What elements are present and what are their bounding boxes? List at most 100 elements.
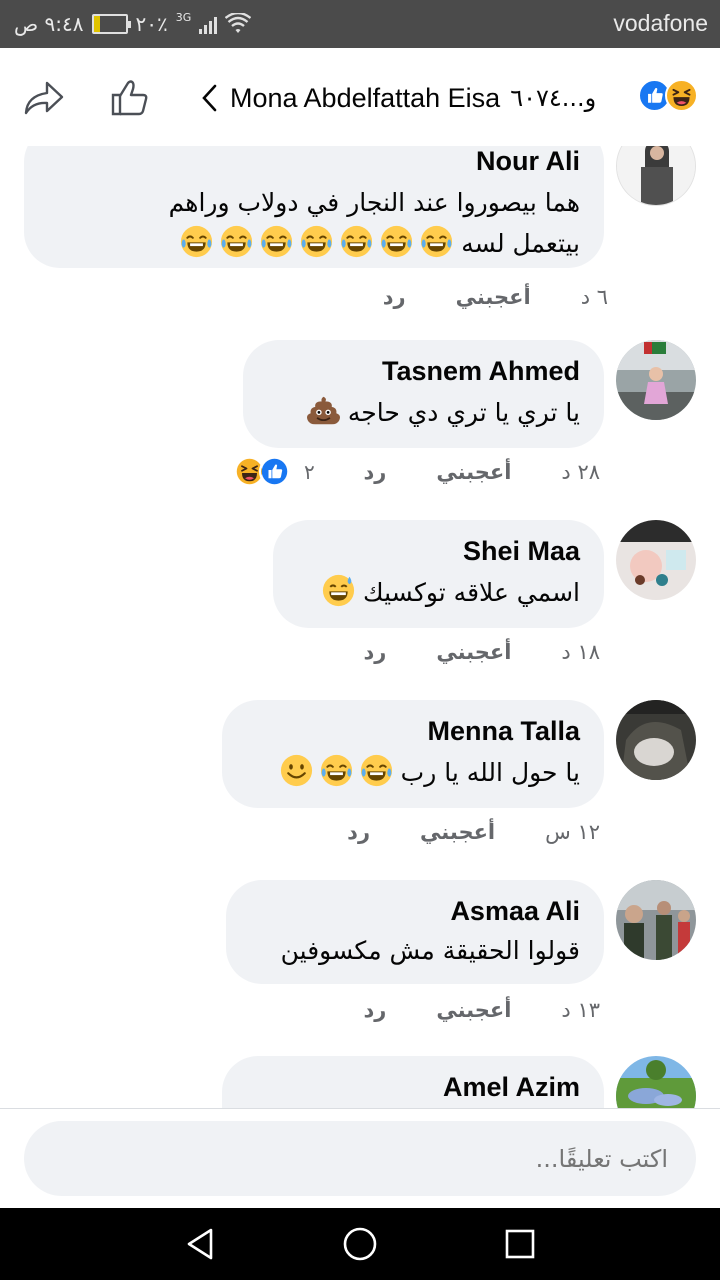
nav-recents-button[interactable]: [500, 1224, 540, 1264]
post-author-name: Mona Abdelfattah Eisa: [230, 82, 501, 113]
battery-fill: [93, 16, 100, 32]
commenter-name[interactable]: Asmaa Ali: [450, 896, 580, 927]
chevron-left-icon: [202, 84, 217, 112]
network-type: 3G: [175, 10, 192, 24]
comment-item: Tasnem Ahmed يا تري يا تري دي حاجه ٢٨ د …: [0, 340, 720, 500]
comment-bubble[interactable]: Nour Ali هما بيصوروا عند النجار في دولاب…: [24, 146, 604, 268]
comment-composer: [0, 1108, 720, 1208]
comment-item: Amel Azim: [0, 1056, 720, 1108]
thumbs-up-icon: [111, 80, 148, 116]
commenter-name[interactable]: Nour Ali: [476, 146, 580, 177]
tears-of-joy-emoji: [180, 225, 213, 258]
like-comment-button[interactable]: أعجبني: [436, 460, 511, 484]
reply-button[interactable]: رد: [347, 820, 370, 844]
commenter-name[interactable]: Tasnem Ahmed: [382, 356, 580, 387]
comment-item: Asmaa Ali قولوا الحقيقة مش مكسوفين ١٣ د …: [0, 880, 720, 1040]
status-indicators: ٩:٤٨ ص ٢٠٪ 3G: [14, 10, 252, 38]
tears-of-joy-emoji: [220, 225, 253, 258]
comment-input[interactable]: [24, 1121, 696, 1196]
comment-actions: ٦ د أعجبني رد: [383, 285, 608, 309]
like-comment-button[interactable]: أعجبني: [436, 998, 511, 1022]
comment-actions: ١٨ د أعجبني رد: [363, 640, 600, 664]
comments-list: Nour Ali هما بيصوروا عند النجار في دولاب…: [0, 146, 720, 1108]
like-comment-button[interactable]: أعجبني: [456, 285, 531, 309]
smiling-face-emoji: [280, 754, 313, 787]
tears-of-joy-emoji: [360, 754, 393, 787]
comment-text: اسمي علاقه توكسيك: [315, 572, 580, 613]
avatar[interactable]: [616, 146, 696, 206]
avatar[interactable]: [616, 520, 696, 600]
comment-text-fragment: يا تري يا تري دي حاجه: [347, 398, 580, 427]
like-reaction-icon: [259, 456, 290, 487]
status-bar: ٩:٤٨ ص ٢٠٪ 3G vodafone: [0, 0, 720, 48]
tears-of-joy-emoji: [380, 225, 413, 258]
avatar[interactable]: [616, 340, 696, 420]
comment-time: ١٢ س: [545, 820, 600, 844]
nav-back-button[interactable]: [180, 1224, 220, 1264]
comment-item: Nour Ali هما بيصوروا عند النجار في دولاب…: [0, 146, 720, 326]
post-header: Mona Abdelfattah Eisa و...٦٠٧٤: [0, 48, 720, 146]
like-post-button[interactable]: [108, 76, 152, 120]
tears-of-joy-emoji: [420, 225, 453, 258]
like-comment-button[interactable]: أعجبني: [436, 640, 511, 664]
comment-time: ٢٨ د: [561, 460, 600, 484]
comment-text-line: هما بيصوروا عند النجار في دولاب وراهم: [168, 188, 580, 217]
comment-time: ١٨ د: [561, 640, 600, 664]
share-button[interactable]: [22, 76, 66, 120]
comment-reaction-count: ٢: [304, 459, 315, 484]
post-title-link[interactable]: Mona Abdelfattah Eisa و...٦٠٧٤: [200, 78, 596, 118]
reply-button[interactable]: رد: [363, 998, 386, 1022]
circle-home-icon: [343, 1227, 377, 1261]
reply-button[interactable]: رد: [383, 285, 406, 309]
clock: ٩:٤٨ ص: [14, 12, 84, 36]
like-comment-button[interactable]: أعجبني: [420, 820, 495, 844]
grinning-sweat-emoji: [322, 574, 355, 607]
comment-text: قولوا الحقيقة مش مكسوفين: [281, 930, 580, 971]
share-arrow-icon: [24, 81, 64, 115]
post-reactions[interactable]: [638, 79, 698, 112]
square-recents-icon: [505, 1229, 535, 1259]
comment-time: ٦ د: [580, 285, 608, 309]
pile-of-poo-emoji: [307, 394, 340, 427]
comment-actions: ٢٨ د أعجبني رد: [363, 460, 600, 484]
reaction-count: و...٦٠٧٤: [510, 84, 597, 112]
battery-percent: ٢٠٪: [135, 12, 168, 36]
tears-of-joy-emoji: [320, 754, 353, 787]
comment-item: Menna Talla يا حول الله يا رب ١٢ س أعجبن…: [0, 700, 720, 860]
comment-actions: ١٣ د أعجبني رد: [363, 998, 600, 1022]
comment-bubble[interactable]: Menna Talla يا حول الله يا رب: [222, 700, 604, 808]
tears-of-joy-emoji: [300, 225, 333, 258]
comment-text-fragment: اسمي علاقه توكسيك: [363, 578, 580, 607]
signal-icon: [199, 14, 218, 34]
comment-time: ١٣ د: [561, 998, 600, 1022]
comment-bubble[interactable]: Amel Azim: [222, 1056, 604, 1108]
comment-text-fragment: قولوا الحقيقة مش مكسوفين: [280, 936, 580, 965]
comment-text-fragment: يا حول الله يا رب: [400, 758, 580, 787]
triangle-back-icon: [187, 1228, 213, 1260]
avatar[interactable]: [616, 880, 696, 960]
comment-bubble[interactable]: Asmaa Ali قولوا الحقيقة مش مكسوفين: [226, 880, 604, 984]
carrier-name: vodafone: [613, 10, 708, 36]
reply-button[interactable]: رد: [363, 460, 386, 484]
commenter-name[interactable]: Menna Talla: [427, 716, 580, 747]
battery-icon: [91, 14, 131, 34]
avatar[interactable]: [616, 700, 696, 780]
tears-of-joy-emoji: [260, 225, 293, 258]
avatar[interactable]: [616, 1056, 696, 1108]
comment-text-fragment: بيتعمل لسه: [461, 229, 580, 258]
comment-text: هما بيصوروا عند النجار في دولاب وراهم بي…: [40, 182, 580, 264]
nav-home-button[interactable]: [340, 1224, 380, 1264]
comment-bubble[interactable]: Tasnem Ahmed يا تري يا تري دي حاجه: [243, 340, 604, 448]
comment-text-line: بيتعمل لسه: [40, 223, 580, 264]
comment-actions: ١٢ س أعجبني رد: [347, 820, 600, 844]
comment-text: يا حول الله يا رب: [273, 752, 580, 793]
reply-button[interactable]: رد: [363, 640, 386, 664]
tears-of-joy-emoji: [340, 225, 373, 258]
commenter-name[interactable]: Amel Azim: [443, 1072, 580, 1103]
comment-bubble[interactable]: Shei Maa اسمي علاقه توكسيك: [273, 520, 604, 628]
commenter-name[interactable]: Shei Maa: [463, 536, 580, 567]
emoji-group: [173, 229, 453, 258]
system-nav-bar: [0, 1208, 720, 1280]
wifi-icon: [225, 13, 252, 33]
comment-reactions[interactable]: ٢: [234, 456, 315, 487]
